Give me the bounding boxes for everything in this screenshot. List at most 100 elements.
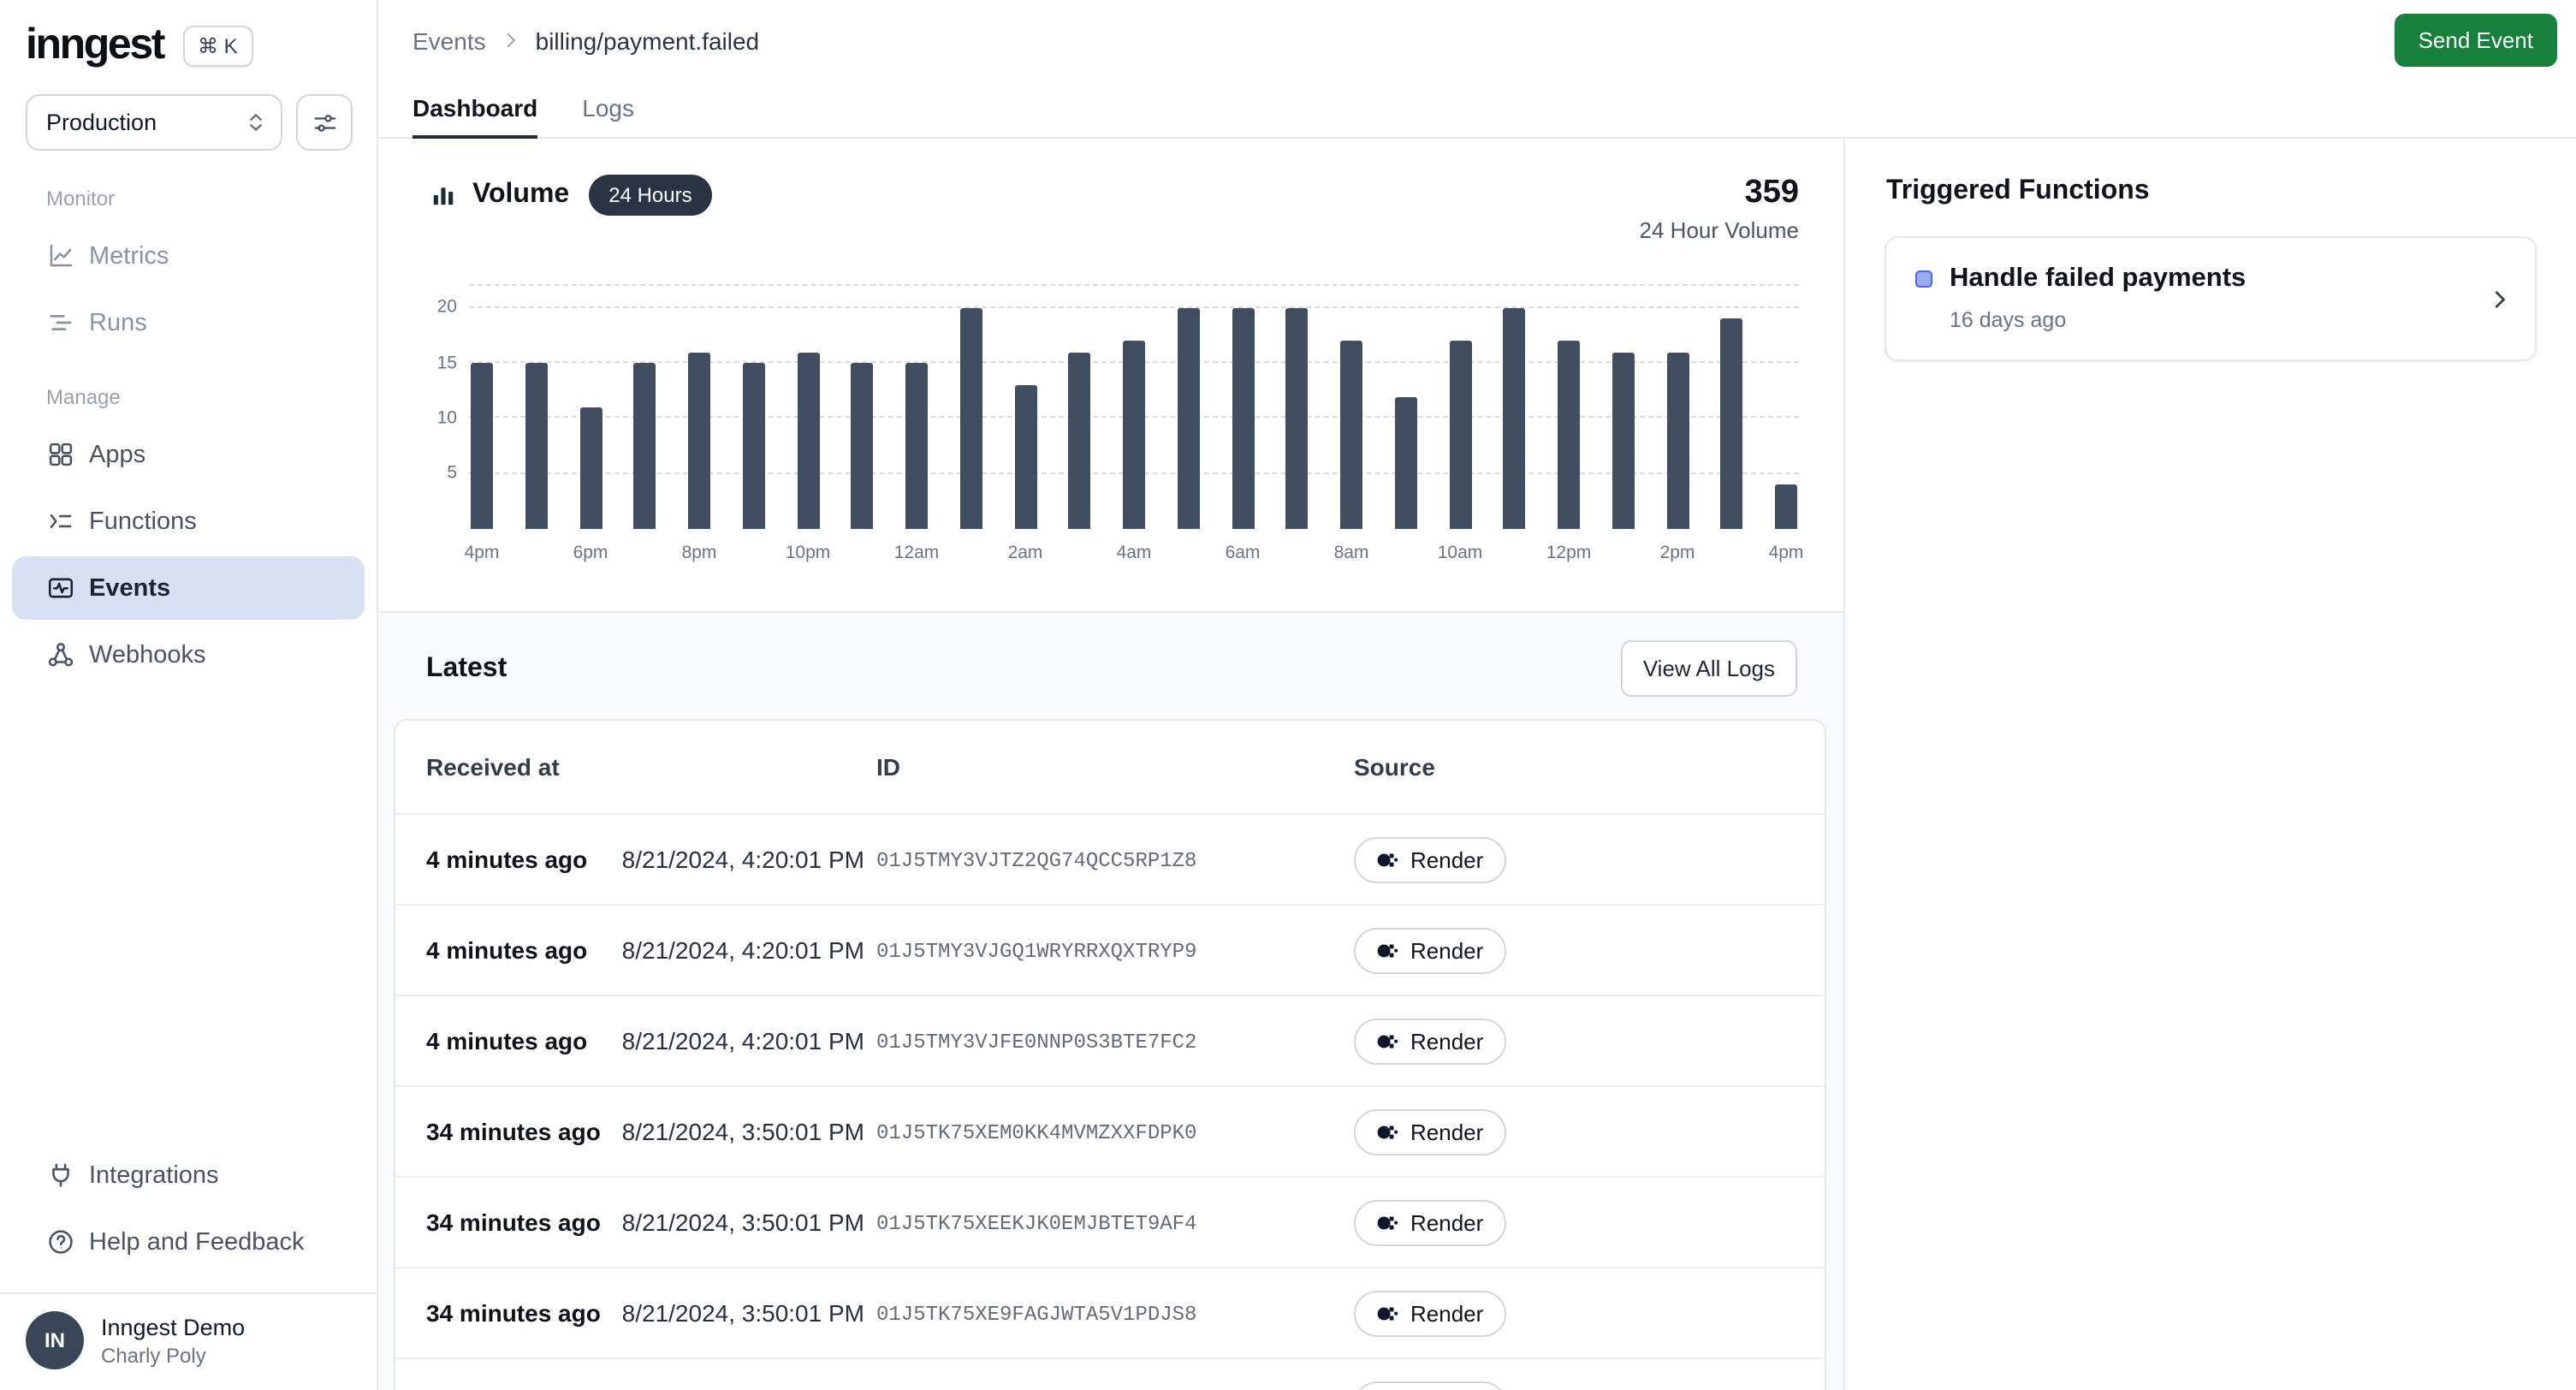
sidebar-item-runs[interactable]: Runs: [12, 291, 365, 354]
environment-name: Production: [46, 110, 157, 135]
events-table-body: 4 minutes ago 8/21/2024, 4:20:01 PM 01J5…: [395, 813, 1825, 1390]
sidebar-item-metrics[interactable]: Metrics: [12, 224, 365, 288]
help-icon: [46, 1227, 75, 1256]
events-table-header: Received at ID Source: [395, 721, 1825, 813]
sidebar-item-events[interactable]: Events: [12, 556, 365, 620]
volume-bar: [1612, 352, 1635, 529]
event-id: 01J5TK75XEEKJK0EMJBTET9AF4: [876, 1212, 1196, 1236]
volume-total-caption: 24 Hour Volume: [1640, 217, 1799, 243]
event-relative-time: 34 minutes ago: [426, 1209, 601, 1236]
event-relative-time: 34 minutes ago: [426, 1118, 601, 1145]
command-k-shortcut[interactable]: ⌘ K: [182, 25, 253, 66]
volume-bar: [1558, 342, 1580, 529]
event-row[interactable]: 4 minutes ago 8/21/2024, 4:20:01 PM 01J5…: [395, 995, 1825, 1085]
bar-chart-icon: [430, 181, 457, 209]
event-relative-time: 4 minutes ago: [426, 1027, 587, 1054]
tab-logs[interactable]: Logs: [582, 80, 634, 139]
function-card[interactable]: Handle failed payments 16 days ago: [1885, 236, 2537, 361]
sidebar-item-webhooks[interactable]: Webhooks: [12, 623, 365, 686]
event-row[interactable]: about 1 hour ago 8/21/2024, 3:20:01 PM 0…: [395, 1357, 1825, 1390]
sidebar-item-label: Runs: [89, 309, 147, 336]
volume-bar: [1449, 342, 1471, 529]
event-row[interactable]: 34 minutes ago 8/21/2024, 3:50:01 PM 01J…: [395, 1176, 1825, 1267]
inngest-dashboard: inngest ⌘ K Production Monitor Metrics R…: [0, 0, 2576, 1390]
section-label-monitor: Monitor: [0, 157, 377, 223]
source-badge[interactable]: Render: [1354, 1290, 1505, 1336]
volume-bar: [1014, 385, 1036, 529]
sidebar-item-integrations[interactable]: Integrations: [12, 1143, 365, 1207]
chevron-right-icon: [500, 29, 522, 51]
volume-bar: [634, 363, 656, 529]
functions-icon: [46, 507, 75, 536]
user-subtitle: Charly Poly: [101, 1343, 245, 1367]
sliders-icon: [311, 109, 338, 136]
sidebar-item-label: Webhooks: [89, 641, 206, 668]
volume-bar: [471, 363, 493, 529]
event-relative-time: 4 minutes ago: [426, 936, 587, 964]
event-row[interactable]: 34 minutes ago 8/21/2024, 3:50:01 PM 01J…: [395, 1085, 1825, 1176]
event-timestamp: 8/21/2024, 4:20:01 PM: [622, 846, 864, 873]
sidebar-item-label: Integrations: [89, 1161, 219, 1189]
render-logo-icon: [1376, 1302, 1398, 1324]
time-range-badge[interactable]: 24 Hours: [588, 175, 712, 216]
source-badge[interactable]: Render: [1354, 1381, 1505, 1390]
sidebar-item-label: Help and Feedback: [89, 1228, 305, 1256]
event-row[interactable]: 4 minutes ago 8/21/2024, 4:20:01 PM 01J5…: [395, 904, 1825, 995]
volume-bar: [1666, 352, 1689, 529]
volume-bar: [1232, 308, 1254, 529]
volume-bar: [1775, 484, 1797, 529]
column-received-at: Received at: [426, 753, 876, 781]
send-event-button[interactable]: Send Event: [2395, 14, 2557, 67]
integrations-icon: [46, 1161, 75, 1190]
volume-bar: [1395, 396, 1417, 529]
event-timestamp: 8/21/2024, 4:20:01 PM: [622, 936, 864, 964]
user-menu[interactable]: IN Inngest Demo Charly Poly: [0, 1292, 377, 1390]
environment-settings-button[interactable]: [296, 94, 353, 151]
source-badge[interactable]: Render: [1354, 1108, 1505, 1155]
function-name: Handle failed payments: [1950, 264, 2246, 294]
volume-chart: 5101520: [430, 286, 1799, 529]
volume-bar: [1123, 342, 1145, 529]
user-name: Inngest Demo: [101, 1314, 245, 1340]
source-badge[interactable]: Render: [1354, 836, 1505, 882]
sidebar-item-label: Functions: [89, 508, 197, 535]
source-badge[interactable]: Render: [1354, 927, 1505, 973]
section-label-manage: Manage: [0, 356, 377, 421]
volume-total: 359: [1640, 175, 1799, 212]
source-badge[interactable]: Render: [1354, 1199, 1505, 1245]
sidebar-item-functions[interactable]: Functions: [12, 490, 365, 553]
event-row[interactable]: 4 minutes ago 8/21/2024, 4:20:01 PM 01J5…: [395, 813, 1825, 904]
sidebar-item-apps[interactable]: Apps: [12, 423, 365, 486]
volume-bar: [743, 363, 765, 529]
inngest-logo[interactable]: inngest: [26, 24, 163, 67]
source-name: Render: [1410, 1209, 1483, 1235]
event-relative-time: 34 minutes ago: [426, 1299, 601, 1327]
volume-bar: [525, 363, 548, 529]
source-name: Render: [1410, 1300, 1483, 1326]
sidebar-item-help-and-feedback[interactable]: Help and Feedback: [12, 1210, 365, 1274]
breadcrumb-events-link[interactable]: Events: [413, 27, 486, 54]
source-badge[interactable]: Render: [1354, 1018, 1505, 1064]
volume-bar: [852, 363, 874, 529]
event-timestamp: 8/21/2024, 3:50:01 PM: [622, 1299, 864, 1327]
event-id: 01J5TMY3VJGQ1WRYRRXQXTRYP9: [876, 940, 1196, 964]
volume-title: Volume: [472, 180, 569, 211]
volume-bar: [960, 308, 982, 529]
event-timestamp: 8/21/2024, 3:50:01 PM: [622, 1209, 864, 1236]
render-logo-icon: [1376, 939, 1398, 961]
source-name: Render: [1410, 846, 1483, 872]
event-id: 01J5TK75XEM0KK4MVMZXXFDPK0: [876, 1121, 1196, 1145]
event-id: 01J5TMY3VJFE0NNP0S3BTE7FC2: [876, 1031, 1196, 1054]
event-row[interactable]: 34 minutes ago 8/21/2024, 3:50:01 PM 01J…: [395, 1267, 1825, 1357]
triggered-functions-title: Triggered Functions: [1886, 176, 2537, 207]
column-id: ID: [876, 753, 1354, 781]
view-all-logs-button[interactable]: View All Logs: [1621, 640, 1797, 697]
render-logo-icon: [1376, 1120, 1398, 1143]
environment-selector[interactable]: Production: [26, 94, 282, 151]
event-timestamp: 8/21/2024, 3:50:01 PM: [622, 1118, 864, 1145]
tab-dashboard[interactable]: Dashboard: [413, 80, 537, 139]
sidebar-item-label: Events: [89, 574, 170, 602]
event-id: 01J5TMY3VJTZ2QG74QCC5RP1Z8: [876, 849, 1196, 873]
render-logo-icon: [1376, 1030, 1398, 1052]
volume-bar: [1178, 308, 1200, 529]
